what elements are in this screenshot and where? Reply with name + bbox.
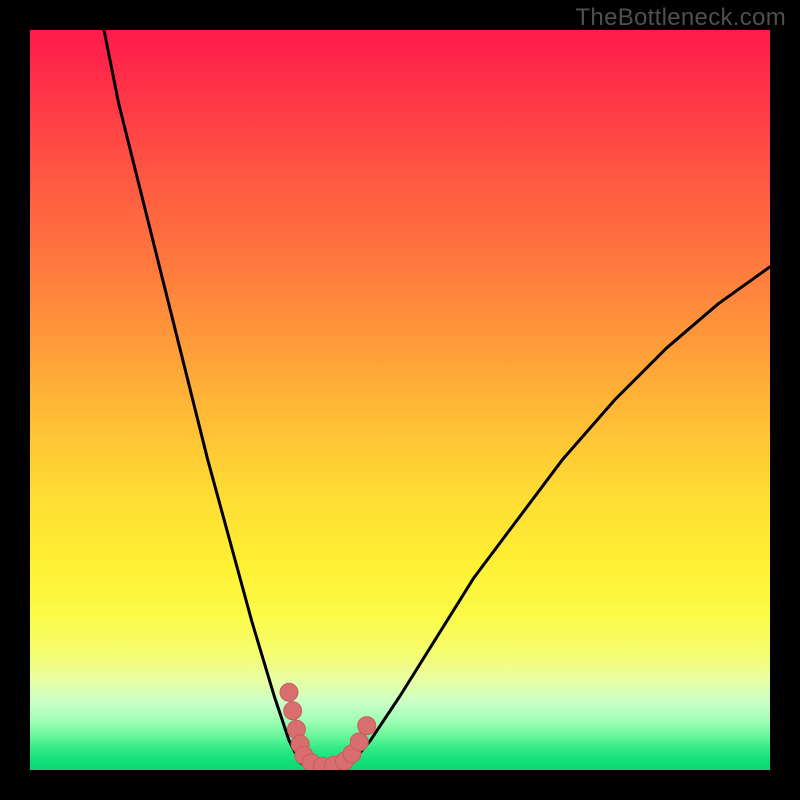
bottleneck-curve: [104, 30, 770, 769]
watermark-text: TheBottleneck.com: [575, 4, 786, 32]
valley-markers: [280, 683, 376, 770]
valley-marker: [284, 702, 302, 720]
curve-layer: [30, 30, 770, 770]
chart-frame: TheBottleneck.com: [0, 0, 800, 800]
valley-marker: [358, 717, 376, 735]
curve-path: [104, 30, 770, 769]
valley-marker: [280, 683, 298, 701]
valley-marker: [350, 733, 368, 751]
plot-area: [30, 30, 770, 770]
